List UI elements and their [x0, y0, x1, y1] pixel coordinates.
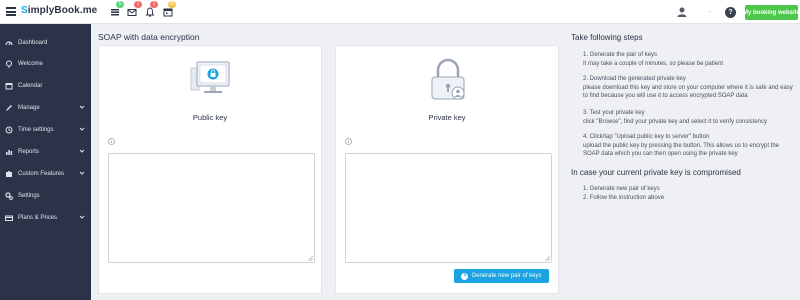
top-bar: SimplyBook.me 5 1 1 25 - ? My booking we…	[0, 0, 800, 24]
compromised-title: In case your current private key is comp…	[571, 168, 741, 177]
sidebar-item-dashboard[interactable]: Dashboard	[0, 34, 91, 52]
compromised-step: 1. Generate new pair of keys	[583, 186, 660, 192]
chevron-down-icon	[79, 104, 85, 110]
sidebar-item-label: Reports	[18, 149, 40, 155]
chevron-down-icon	[79, 126, 85, 132]
logo[interactable]: SimplyBook.me	[21, 5, 97, 16]
step-heading: 1. Generate the pair of keys	[583, 52, 658, 58]
steps-title: Take following steps	[571, 33, 643, 42]
chevron-down-icon	[79, 148, 85, 154]
chevron-down-icon	[79, 170, 85, 176]
manage-icon	[5, 104, 13, 112]
sidebar-item-manage[interactable]: Manage	[0, 99, 91, 117]
my-booking-website-button[interactable]: My booking website	[743, 5, 800, 20]
generate-keys-label: Generate new pair of keys	[471, 273, 542, 279]
page-title: SOAP with data encryption	[98, 32, 200, 42]
step-heading: 2. Download the generated private key	[583, 76, 686, 82]
public-key-textarea[interactable]	[108, 153, 315, 263]
step-4: 4. Click/tap "Upload public key to serve…	[583, 133, 795, 159]
step-description: please download this key and store on yo…	[583, 84, 793, 100]
resize-handle-icon[interactable]	[544, 255, 551, 262]
sidebar-item-calendar[interactable]: Calendar	[0, 77, 91, 95]
resize-handle-icon[interactable]	[307, 255, 314, 262]
step-1: 1. Generate the pair of keys It may take…	[583, 51, 795, 68]
step-description: click "Browse", find your private key an…	[583, 118, 767, 125]
tasks-badge: 5	[116, 1, 124, 8]
sidebar-item-welcome[interactable]: Welcome	[0, 55, 91, 73]
generate-keys-button[interactable]: + Generate new pair of keys	[454, 269, 549, 283]
private-key-title: Private key	[428, 113, 466, 122]
welcome-icon	[5, 60, 13, 68]
sidebar-item-time-settings[interactable]: Time settings	[0, 121, 91, 139]
calendar-icon	[5, 82, 13, 90]
settings-icon	[5, 192, 13, 200]
step-heading: 4. Click/tap "Upload public key to serve…	[583, 134, 710, 140]
sidebar-item-label: Dashboard	[18, 40, 48, 46]
public-key-card: Public key	[98, 45, 322, 294]
user-avatar-icon[interactable]	[675, 6, 689, 18]
sidebar-item-label: Time settings	[18, 127, 54, 133]
info-icon[interactable]	[108, 138, 115, 145]
user-dropdown[interactable]: -	[709, 9, 711, 15]
info-icon[interactable]	[345, 138, 352, 145]
step-description: upload the public key by pressing the bu…	[583, 142, 780, 158]
messages-badge: 1	[134, 1, 142, 8]
help-button[interactable]: ?	[725, 7, 736, 18]
step-description: It may take a couple of minutes, so plea…	[583, 60, 724, 67]
public-key-title: Public key	[192, 113, 228, 122]
sidebar-item-label: Settings	[18, 193, 40, 199]
calendar-badge: 25	[168, 1, 176, 8]
public-key-monitor-icon	[187, 58, 235, 98]
compromised-step: 2. Follow the instruction above	[583, 194, 665, 201]
sidebar: Dashboard Welcome Calendar Manage Time s…	[0, 24, 91, 300]
plus-icon: +	[461, 272, 469, 280]
step-heading: 3. Test your private key	[583, 110, 645, 116]
sidebar-item-plans-prices[interactable]: Plans & Prices	[0, 209, 91, 227]
sidebar-item-label: Calendar	[18, 83, 43, 89]
private-key-lock-icon	[424, 56, 472, 102]
sidebar-item-label: Plans & Prices	[18, 215, 58, 221]
puzzle-icon	[5, 170, 13, 178]
private-key-textarea[interactable]	[345, 153, 552, 263]
plans-icon	[5, 214, 13, 222]
clock-icon	[5, 126, 13, 134]
sidebar-item-custom-features[interactable]: Custom Features	[0, 165, 91, 183]
sidebar-item-label: Custom Features	[18, 171, 65, 177]
reports-icon	[5, 148, 13, 156]
hamburger-menu-icon[interactable]	[6, 7, 16, 16]
chevron-down-icon	[79, 214, 85, 220]
step-3: 3. Test your private key click "Browse",…	[583, 109, 795, 126]
private-key-card: Private key	[335, 45, 559, 294]
dashboard-icon	[5, 39, 13, 47]
sidebar-item-label: Welcome	[18, 61, 43, 67]
sidebar-item-settings[interactable]: Settings	[0, 187, 91, 205]
compromised-steps: 1. Generate new pair of keys 2. Follow t…	[583, 185, 795, 202]
step-2: 2. Download the generated private key pl…	[583, 75, 795, 101]
sidebar-item-label: Manage	[18, 105, 40, 111]
notifications-badge: 1	[150, 1, 158, 8]
sidebar-item-reports[interactable]: Reports	[0, 143, 91, 161]
